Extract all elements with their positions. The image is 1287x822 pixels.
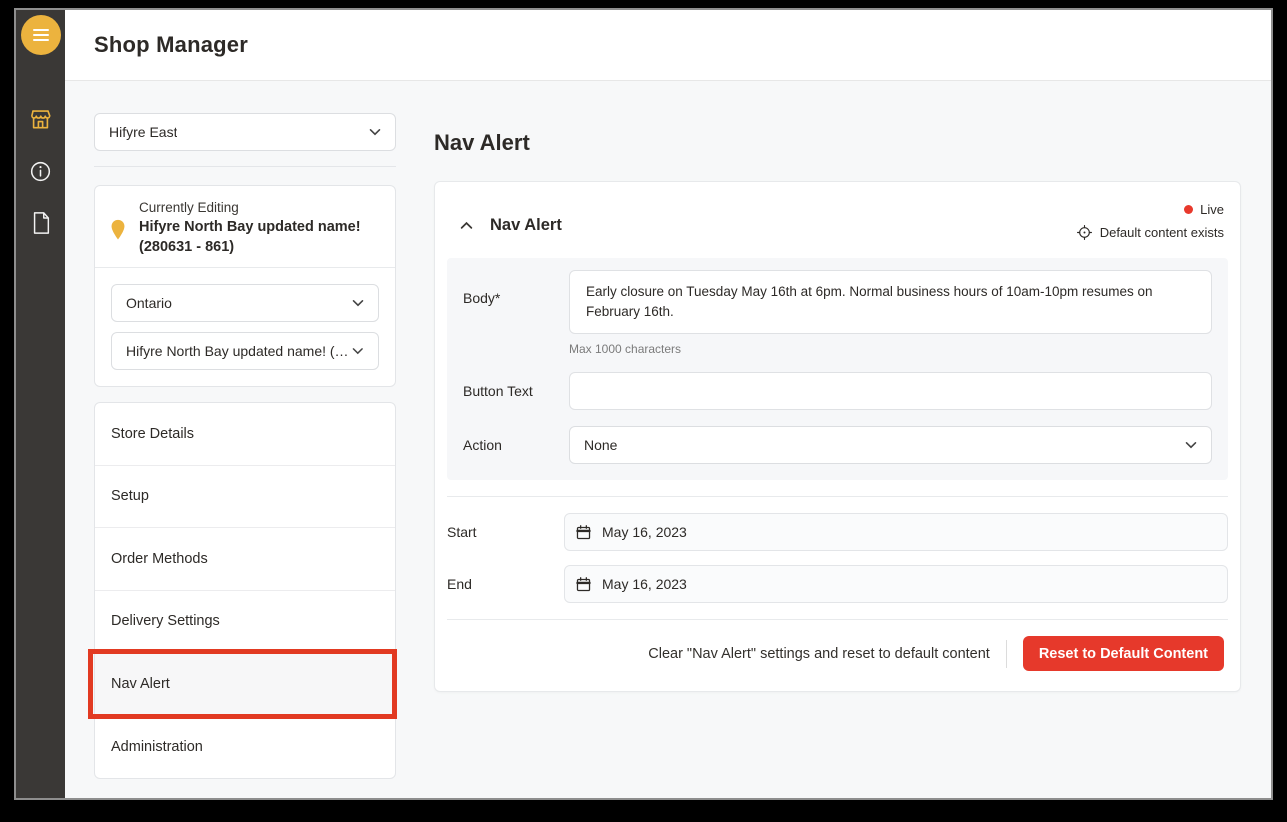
info-icon[interactable] xyxy=(29,159,53,183)
body-textarea[interactable]: Early closure on Tuesday May 16th at 6pm… xyxy=(569,270,1212,334)
nav-alert-card: Nav Alert Live xyxy=(434,181,1241,692)
live-dot-icon xyxy=(1184,205,1193,214)
app-window: Shop Manager Hifyre East xyxy=(14,8,1273,800)
section-title: Nav Alert xyxy=(490,216,562,235)
default-content-status: Default content exists xyxy=(1076,224,1224,241)
province-select[interactable]: Ontario xyxy=(111,284,379,322)
target-icon xyxy=(1076,224,1093,241)
currently-editing-label: Currently Editing xyxy=(139,200,361,215)
footer-vertical-divider xyxy=(1006,640,1007,668)
calendar-icon xyxy=(575,576,592,593)
body-hint: Max 1000 characters xyxy=(569,342,1212,356)
left-panel: Hifyre East Currently Editing Hifyr xyxy=(94,81,396,798)
live-status: Live xyxy=(1076,202,1224,217)
chevron-down-icon xyxy=(369,128,381,136)
body-label: Body* xyxy=(463,270,569,306)
store-select-value: Hifyre North Bay updated name! (28... xyxy=(126,343,352,359)
storefront-icon[interactable] xyxy=(29,107,53,131)
nav-item-delivery-settings[interactable]: Delivery Settings xyxy=(95,591,395,654)
nav-item-nav-alert[interactable]: Nav Alert xyxy=(95,653,395,716)
nav-item-setup[interactable]: Setup xyxy=(95,466,395,529)
default-content-label: Default content exists xyxy=(1100,225,1224,240)
organization-select[interactable]: Hifyre East xyxy=(94,113,396,151)
nav-item-store-details[interactable]: Store Details xyxy=(95,403,395,466)
start-date-value: May 16, 2023 xyxy=(602,524,687,540)
button-text-input[interactable] xyxy=(569,372,1212,410)
nav-item-administration[interactable]: Administration xyxy=(95,716,395,779)
clear-settings-text: Clear "Nav Alert" settings and reset to … xyxy=(648,646,990,662)
sidebar xyxy=(16,10,65,798)
action-select[interactable]: None xyxy=(569,426,1212,464)
organization-select-value: Hifyre East xyxy=(109,124,177,140)
chevron-down-icon xyxy=(352,347,364,355)
hamburger-menu-icon xyxy=(33,29,49,31)
live-label: Live xyxy=(1200,202,1224,217)
province-select-value: Ontario xyxy=(126,295,172,311)
chevron-down-icon xyxy=(1185,441,1197,449)
location-pin-icon xyxy=(109,218,127,242)
end-date-input[interactable]: May 16, 2023 xyxy=(564,565,1228,603)
top-bar: Shop Manager xyxy=(65,10,1271,81)
end-label: End xyxy=(447,576,564,592)
settings-nav-list: Store Details Setup Order Methods Delive… xyxy=(94,402,396,779)
chevron-up-icon xyxy=(460,221,473,230)
store-select[interactable]: Hifyre North Bay updated name! (28... xyxy=(111,332,379,370)
app-title: Shop Manager xyxy=(94,32,248,58)
calendar-icon xyxy=(575,524,592,541)
action-label: Action xyxy=(463,437,569,453)
chevron-down-icon xyxy=(352,299,364,307)
currently-editing-card: Currently Editing Hifyre North Bay updat… xyxy=(94,185,396,387)
alert-form-section: Body* Early closure on Tuesday May 16th … xyxy=(447,258,1228,480)
panel-divider xyxy=(94,166,396,167)
editing-store-name: Hifyre North Bay updated name! xyxy=(139,218,361,238)
document-icon[interactable] xyxy=(29,211,53,235)
button-text-label: Button Text xyxy=(463,383,569,399)
page-title: Nav Alert xyxy=(434,130,1241,156)
reset-to-default-button[interactable]: Reset to Default Content xyxy=(1023,636,1224,671)
nav-item-order-methods[interactable]: Order Methods xyxy=(95,528,395,591)
action-select-value: None xyxy=(584,437,617,453)
start-label: Start xyxy=(447,524,564,540)
collapse-section-button[interactable] xyxy=(456,216,476,236)
card-divider xyxy=(447,496,1228,497)
end-date-value: May 16, 2023 xyxy=(602,576,687,592)
editing-store-id: (280631 - 861) xyxy=(139,238,361,258)
start-date-input[interactable]: May 16, 2023 xyxy=(564,513,1228,551)
hamburger-menu-button[interactable] xyxy=(21,15,61,55)
main-content: Nav Alert Nav Alert Live xyxy=(434,81,1241,798)
